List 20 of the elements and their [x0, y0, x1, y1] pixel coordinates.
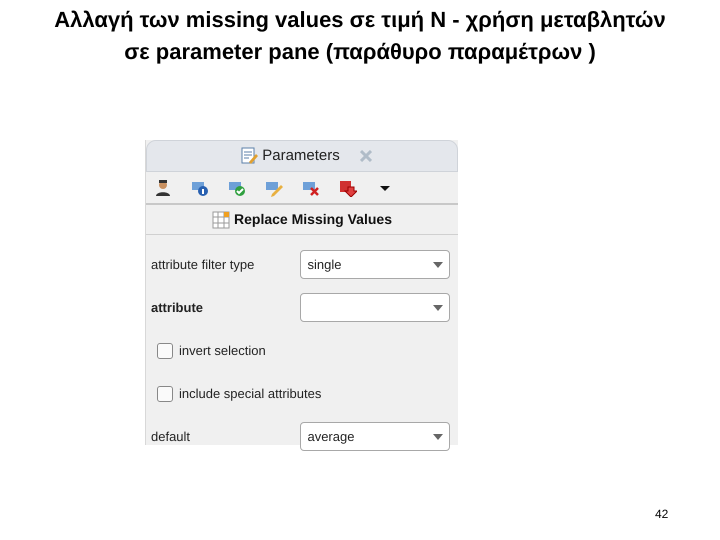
- checkbox-label: invert selection: [179, 342, 266, 360]
- parameter-label: attribute filter type: [151, 256, 256, 274]
- dropdown[interactable]: [300, 293, 450, 322]
- dropdown[interactable]: single: [300, 250, 450, 279]
- edit-document-icon: [240, 147, 258, 165]
- caret-icon: [433, 262, 443, 268]
- export-icon[interactable]: [339, 178, 357, 196]
- page-number: 42: [655, 506, 668, 523]
- caret-icon: [433, 434, 443, 440]
- checkbox[interactable]: [157, 386, 173, 402]
- operator-title: Replace Missing Values: [234, 210, 392, 229]
- grid-icon: [212, 210, 230, 228]
- checkbox-label: include special attributes: [179, 384, 322, 403]
- dropdown[interactable]: average: [300, 422, 450, 451]
- user-icon[interactable]: [154, 178, 172, 196]
- slide-title: Αλλαγή των missing values σε τιμή Ν - χρήση μεταβλητών σε parameter pane (παράθυρο παραμέτρων ): [53, 6, 667, 66]
- caret-icon: [433, 304, 443, 310]
- parameter-label: default: [151, 428, 192, 446]
- parameter-label: attribute: [151, 298, 204, 317]
- checkbox[interactable]: [157, 342, 173, 358]
